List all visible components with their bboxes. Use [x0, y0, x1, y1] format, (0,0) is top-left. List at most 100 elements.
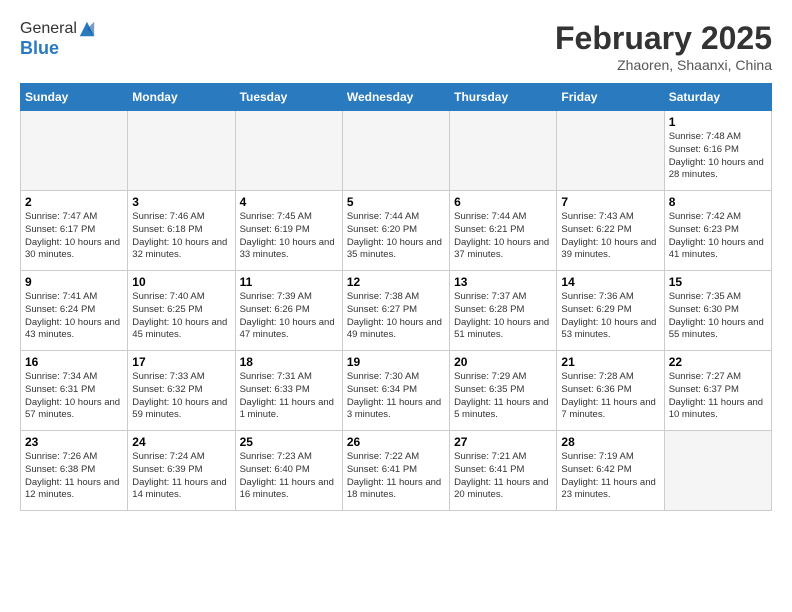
day-info: Sunrise: 7:35 AM Sunset: 6:30 PM Dayligh…	[669, 291, 767, 342]
day-info: Sunrise: 7:37 AM Sunset: 6:28 PM Dayligh…	[454, 291, 552, 342]
day-number: 14	[561, 275, 659, 289]
logo-icon	[78, 20, 96, 38]
day-info: Sunrise: 7:40 AM Sunset: 6:25 PM Dayligh…	[132, 291, 230, 342]
calendar: SundayMondayTuesdayWednesdayThursdayFrid…	[20, 83, 772, 511]
day-cell: 14 Sunrise: 7:36 AM Sunset: 6:29 PM Dayli…	[557, 271, 664, 351]
title-block: February 2025 Zhaoren, Shaanxi, China	[555, 20, 772, 73]
week-row-4: 16 Sunrise: 7:34 AM Sunset: 6:31 PM Dayli…	[21, 351, 772, 431]
day-number: 9	[25, 275, 123, 289]
day-cell: 15 Sunrise: 7:35 AM Sunset: 6:30 PM Dayli…	[664, 271, 771, 351]
day-cell	[21, 111, 128, 191]
day-info: Sunrise: 7:27 AM Sunset: 6:37 PM Dayligh…	[669, 371, 767, 422]
day-cell: 20Sunrise: 7:29 AM Sunset: 6:35 PM Dayli…	[450, 351, 557, 431]
day-cell: 16 Sunrise: 7:34 AM Sunset: 6:31 PM Dayli…	[21, 351, 128, 431]
day-cell: 3 Sunrise: 7:46 AM Sunset: 6:18 PM Daylig…	[128, 191, 235, 271]
day-info: Sunrise: 7:42 AM Sunset: 6:23 PM Dayligh…	[669, 211, 767, 262]
day-cell: 27 Sunrise: 7:21 AM Sunset: 6:41 PM Dayli…	[450, 431, 557, 511]
week-row-2: 2Sunrise: 7:47 AM Sunset: 6:17 PM Daylig…	[21, 191, 772, 271]
day-cell: 28 Sunrise: 7:19 AM Sunset: 6:42 PM Dayli…	[557, 431, 664, 511]
logo-blue: Blue	[20, 38, 96, 59]
day-cell: 12Sunrise: 7:38 AM Sunset: 6:27 PM Dayli…	[342, 271, 449, 351]
day-cell: 18 Sunrise: 7:31 AM Sunset: 6:33 PM Dayli…	[235, 351, 342, 431]
day-number: 8	[669, 195, 767, 209]
day-cell: 7 Sunrise: 7:43 AM Sunset: 6:22 PM Daylig…	[557, 191, 664, 271]
day-number: 10	[132, 275, 230, 289]
day-cell: 23 Sunrise: 7:26 AM Sunset: 6:38 PM Dayli…	[21, 431, 128, 511]
day-number: 28	[561, 435, 659, 449]
month-title: February 2025	[555, 20, 772, 57]
day-info: Sunrise: 7:36 AM Sunset: 6:29 PM Dayligh…	[561, 291, 659, 342]
day-info: Sunrise: 7:47 AM Sunset: 6:17 PM Dayligh…	[25, 211, 123, 262]
day-info: Sunrise: 7:28 AM Sunset: 6:36 PM Dayligh…	[561, 371, 659, 422]
day-number: 15	[669, 275, 767, 289]
day-info: Sunrise: 7:23 AM Sunset: 6:40 PM Dayligh…	[240, 451, 338, 502]
day-number: 3	[132, 195, 230, 209]
week-row-3: 9 Sunrise: 7:41 AM Sunset: 6:24 PM Daylig…	[21, 271, 772, 351]
day-number: 4	[240, 195, 338, 209]
day-info: Sunrise: 7:44 AM Sunset: 6:20 PM Dayligh…	[347, 211, 445, 262]
day-cell	[342, 111, 449, 191]
day-cell: 9 Sunrise: 7:41 AM Sunset: 6:24 PM Daylig…	[21, 271, 128, 351]
day-cell	[557, 111, 664, 191]
day-number: 22	[669, 355, 767, 369]
weekday-header-row: SundayMondayTuesdayWednesdayThursdayFrid…	[21, 84, 772, 111]
day-number: 18	[240, 355, 338, 369]
weekday-tuesday: Tuesday	[235, 84, 342, 111]
day-cell: 19 Sunrise: 7:30 AM Sunset: 6:34 PM Dayli…	[342, 351, 449, 431]
day-number: 26	[347, 435, 445, 449]
day-cell: 25 Sunrise: 7:23 AM Sunset: 6:40 PM Dayli…	[235, 431, 342, 511]
day-cell	[664, 431, 771, 511]
day-info: Sunrise: 7:44 AM Sunset: 6:21 PM Dayligh…	[454, 211, 552, 262]
day-number: 27	[454, 435, 552, 449]
day-number: 7	[561, 195, 659, 209]
weekday-thursday: Thursday	[450, 84, 557, 111]
week-row-1: 1 Sunrise: 7:48 AM Sunset: 6:16 PM Daylig…	[21, 111, 772, 191]
day-cell: 5 Sunrise: 7:44 AM Sunset: 6:20 PM Daylig…	[342, 191, 449, 271]
week-row-5: 23 Sunrise: 7:26 AM Sunset: 6:38 PM Dayli…	[21, 431, 772, 511]
day-cell	[450, 111, 557, 191]
day-info: Sunrise: 7:21 AM Sunset: 6:41 PM Dayligh…	[454, 451, 552, 502]
day-info: Sunrise: 7:31 AM Sunset: 6:33 PM Dayligh…	[240, 371, 338, 422]
day-number: 5	[347, 195, 445, 209]
day-number: 19	[347, 355, 445, 369]
day-info: Sunrise: 7:39 AM Sunset: 6:26 PM Dayligh…	[240, 291, 338, 342]
weekday-sunday: Sunday	[21, 84, 128, 111]
day-number: 25	[240, 435, 338, 449]
day-info: Sunrise: 7:33 AM Sunset: 6:32 PM Dayligh…	[132, 371, 230, 422]
day-number: 11	[240, 275, 338, 289]
day-number: 1	[669, 115, 767, 129]
day-cell: 21Sunrise: 7:28 AM Sunset: 6:36 PM Dayli…	[557, 351, 664, 431]
day-cell: 11 Sunrise: 7:39 AM Sunset: 6:26 PM Dayli…	[235, 271, 342, 351]
weekday-monday: Monday	[128, 84, 235, 111]
day-number: 17	[132, 355, 230, 369]
day-cell: 6Sunrise: 7:44 AM Sunset: 6:21 PM Daylig…	[450, 191, 557, 271]
day-cell: 4Sunrise: 7:45 AM Sunset: 6:19 PM Daylig…	[235, 191, 342, 271]
weekday-saturday: Saturday	[664, 84, 771, 111]
weekday-friday: Friday	[557, 84, 664, 111]
day-number: 23	[25, 435, 123, 449]
logo-general: General	[20, 20, 77, 38]
day-cell: 13 Sunrise: 7:37 AM Sunset: 6:28 PM Dayli…	[450, 271, 557, 351]
day-cell: 24Sunrise: 7:24 AM Sunset: 6:39 PM Dayli…	[128, 431, 235, 511]
day-info: Sunrise: 7:46 AM Sunset: 6:18 PM Dayligh…	[132, 211, 230, 262]
day-info: Sunrise: 7:22 AM Sunset: 6:41 PM Dayligh…	[347, 451, 445, 502]
day-cell: 17 Sunrise: 7:33 AM Sunset: 6:32 PM Dayli…	[128, 351, 235, 431]
day-info: Sunrise: 7:34 AM Sunset: 6:31 PM Dayligh…	[25, 371, 123, 422]
day-number: 16	[25, 355, 123, 369]
day-info: Sunrise: 7:48 AM Sunset: 6:16 PM Dayligh…	[669, 131, 767, 182]
day-number: 13	[454, 275, 552, 289]
day-info: Sunrise: 7:41 AM Sunset: 6:24 PM Dayligh…	[25, 291, 123, 342]
day-cell: 8 Sunrise: 7:42 AM Sunset: 6:23 PM Daylig…	[664, 191, 771, 271]
day-info: Sunrise: 7:30 AM Sunset: 6:34 PM Dayligh…	[347, 371, 445, 422]
location: Zhaoren, Shaanxi, China	[555, 57, 772, 73]
day-cell: 1 Sunrise: 7:48 AM Sunset: 6:16 PM Daylig…	[664, 111, 771, 191]
day-info: Sunrise: 7:38 AM Sunset: 6:27 PM Dayligh…	[347, 291, 445, 342]
day-info: Sunrise: 7:24 AM Sunset: 6:39 PM Dayligh…	[132, 451, 230, 502]
day-cell: 2Sunrise: 7:47 AM Sunset: 6:17 PM Daylig…	[21, 191, 128, 271]
logo: General Blue	[20, 20, 96, 59]
page-header: General Blue February 2025 Zhaoren, Shaa…	[20, 20, 772, 73]
day-info: Sunrise: 7:43 AM Sunset: 6:22 PM Dayligh…	[561, 211, 659, 262]
day-cell: 10 Sunrise: 7:40 AM Sunset: 6:25 PM Dayli…	[128, 271, 235, 351]
day-info: Sunrise: 7:19 AM Sunset: 6:42 PM Dayligh…	[561, 451, 659, 502]
day-info: Sunrise: 7:26 AM Sunset: 6:38 PM Dayligh…	[25, 451, 123, 502]
